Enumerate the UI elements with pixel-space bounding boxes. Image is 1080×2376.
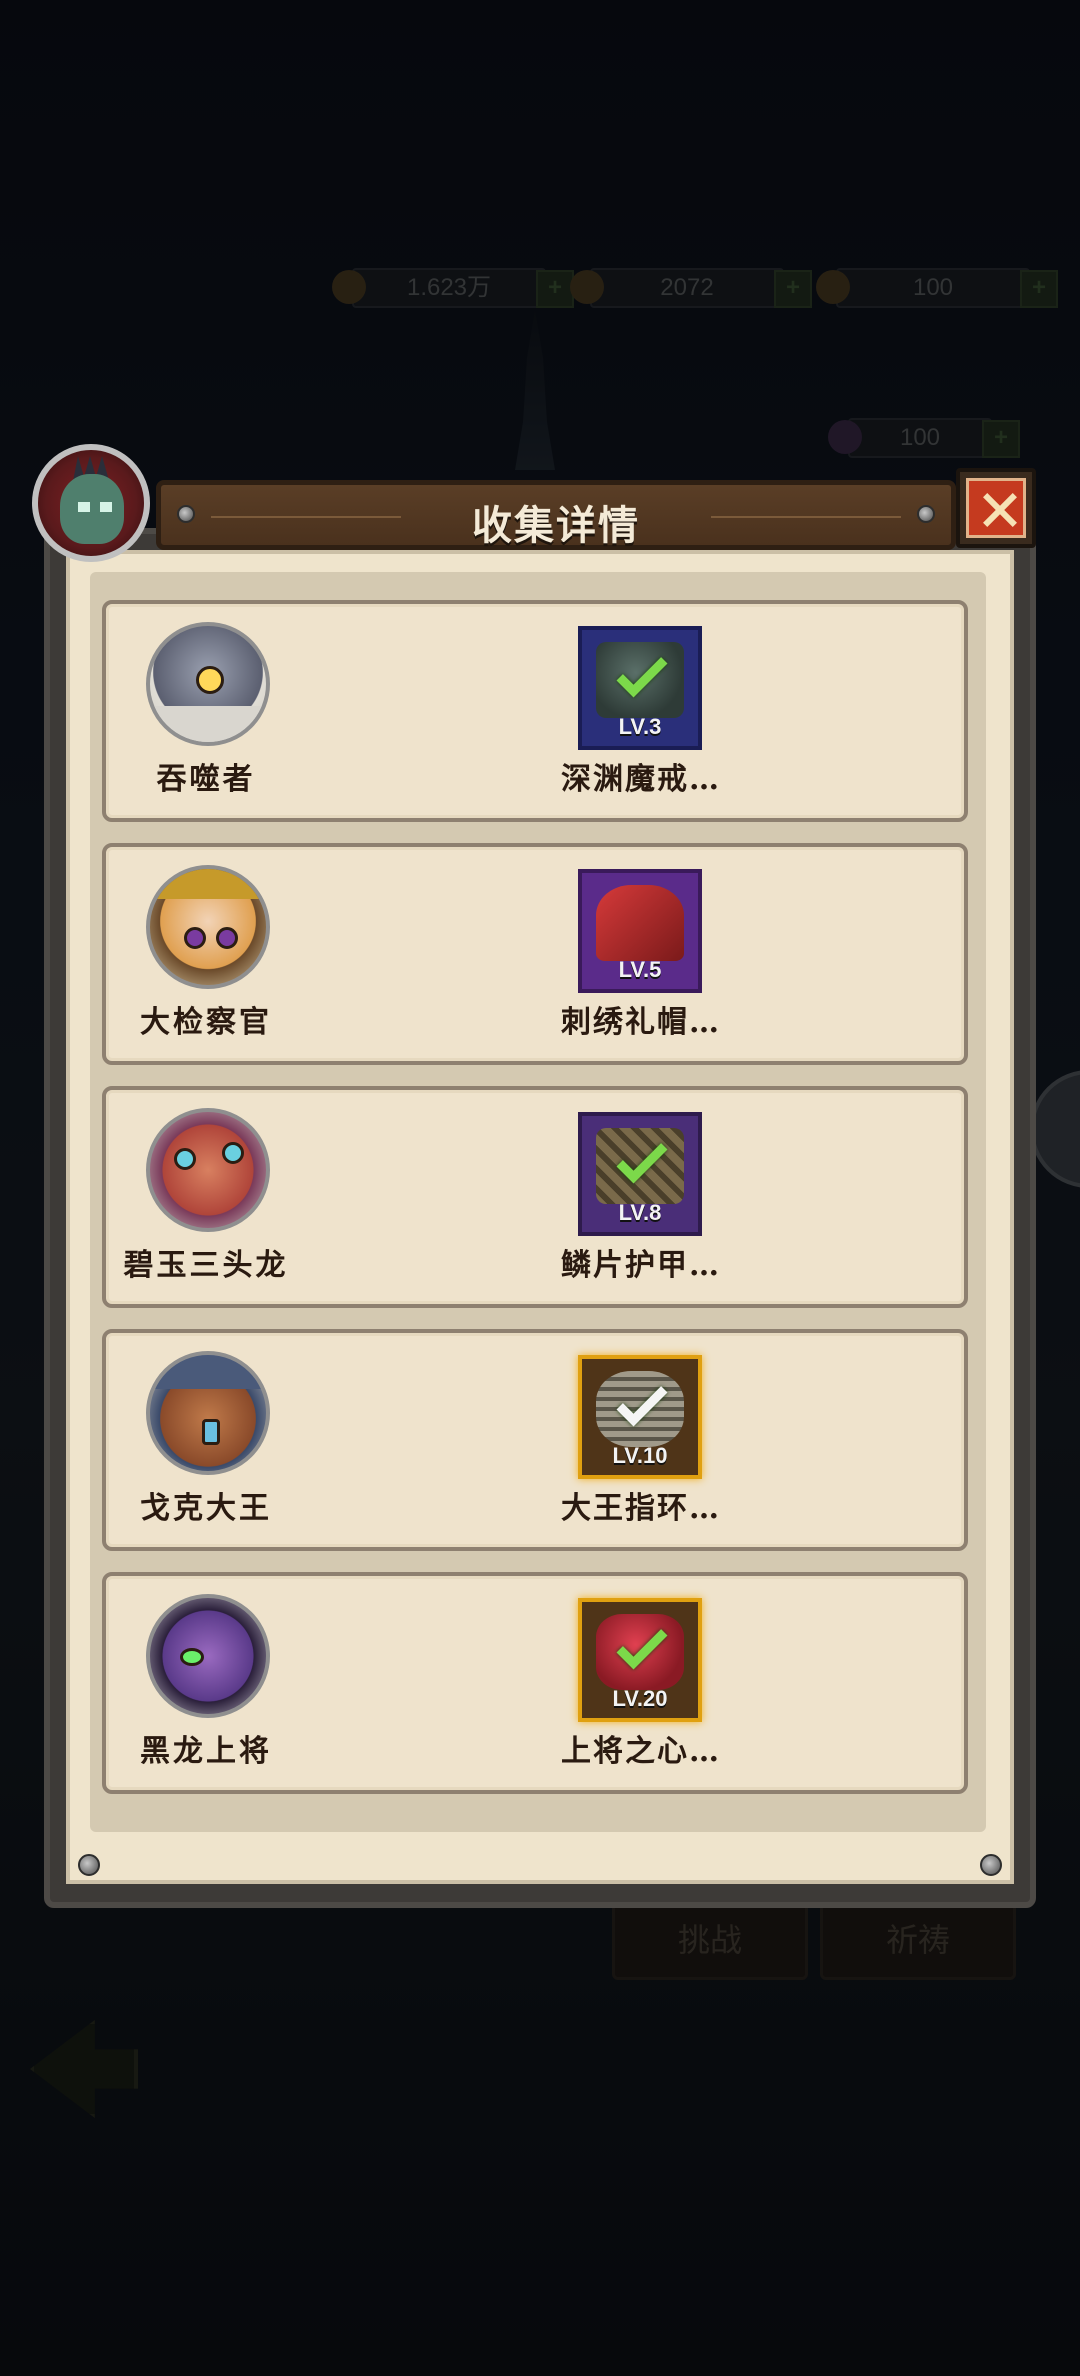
zombie-face-icon	[60, 474, 124, 544]
eye-icon	[196, 666, 224, 694]
title-bar: 收集详情	[156, 480, 956, 550]
item-name: 刺绣礼帽…	[561, 1005, 721, 1040]
collection-list: 吞噬者 LV.3 深渊魔戒… 大检察官 LV.5 刺绣礼帽… 碧玉三头龙 LV.…	[102, 600, 968, 1815]
item-name: 深渊魔戒…	[561, 762, 721, 797]
black-dragon-general-portrait	[146, 1594, 270, 1718]
embroidered-hat-icon	[596, 885, 684, 961]
item-slot[interactable]: LV.10	[578, 1355, 702, 1479]
collection-row: 黑龙上将 LV.20 上将之心…	[102, 1572, 968, 1794]
collection-row: 大检察官 LV.5 刺绣礼帽…	[102, 843, 968, 1065]
bolt-icon	[78, 1854, 100, 1876]
game-screen: 1.623万 + 2072 + 100 + 100 + 挑战 祈祷 收集详情 吞…	[0, 0, 1080, 2376]
eye-icon	[100, 502, 112, 512]
item-name: 上将之心…	[561, 1734, 721, 1769]
item-level: LV.10	[612, 1443, 668, 1468]
item-level: LV.20	[612, 1686, 668, 1711]
item-level: LV.8	[618, 1200, 662, 1225]
item-name: 大王指环…	[561, 1491, 721, 1526]
inquisitor-portrait	[146, 865, 270, 989]
bolt-icon	[980, 1854, 1002, 1876]
collection-row: 吞噬者 LV.3 深渊魔戒…	[102, 600, 968, 822]
eye-icon	[78, 502, 90, 512]
close-icon	[966, 478, 1026, 538]
hero-name: 吞噬者	[156, 762, 256, 797]
eye-icon	[222, 1142, 244, 1164]
jade-hydra-portrait	[146, 1108, 270, 1232]
hero-name: 碧玉三头龙	[123, 1248, 289, 1283]
item-slot[interactable]: LV.5	[578, 869, 702, 993]
close-button[interactable]	[956, 468, 1036, 548]
helmet-shape	[150, 1355, 266, 1389]
devourer-portrait	[146, 622, 270, 746]
hero-name: 戈克大王	[140, 1491, 272, 1526]
eye-icon	[184, 927, 206, 949]
item-level: LV.3	[618, 714, 662, 739]
item-slot[interactable]: LV.20	[578, 1598, 702, 1722]
hero-name: 黑龙上将	[140, 1734, 272, 1769]
eye-icon	[174, 1148, 196, 1170]
eye-icon	[216, 927, 238, 949]
item-slot[interactable]: LV.3	[578, 626, 702, 750]
tear-icon	[202, 1419, 220, 1445]
collection-row: 碧玉三头龙 LV.8 鳞片护甲…	[102, 1086, 968, 1308]
crown-shape	[150, 869, 266, 899]
dialog-title: 收集详情	[472, 502, 640, 549]
item-level: LV.5	[618, 957, 662, 982]
item-name: 鳞片护甲…	[561, 1248, 721, 1283]
king-gok-portrait	[146, 1351, 270, 1475]
hero-name: 大检察官	[140, 1005, 272, 1040]
jaw-shape	[150, 706, 266, 742]
collection-detail-dialog: 收集详情 吞噬者 LV.3 深渊魔戒… 大检察官 LV.5 刺绣礼帽… 碧玉三头…	[32, 444, 1036, 1908]
eye-icon	[180, 1648, 204, 1666]
player-avatar	[32, 444, 150, 562]
item-slot[interactable]: LV.8	[578, 1112, 702, 1236]
collection-row: 戈克大王 LV.10 大王指环…	[102, 1329, 968, 1551]
